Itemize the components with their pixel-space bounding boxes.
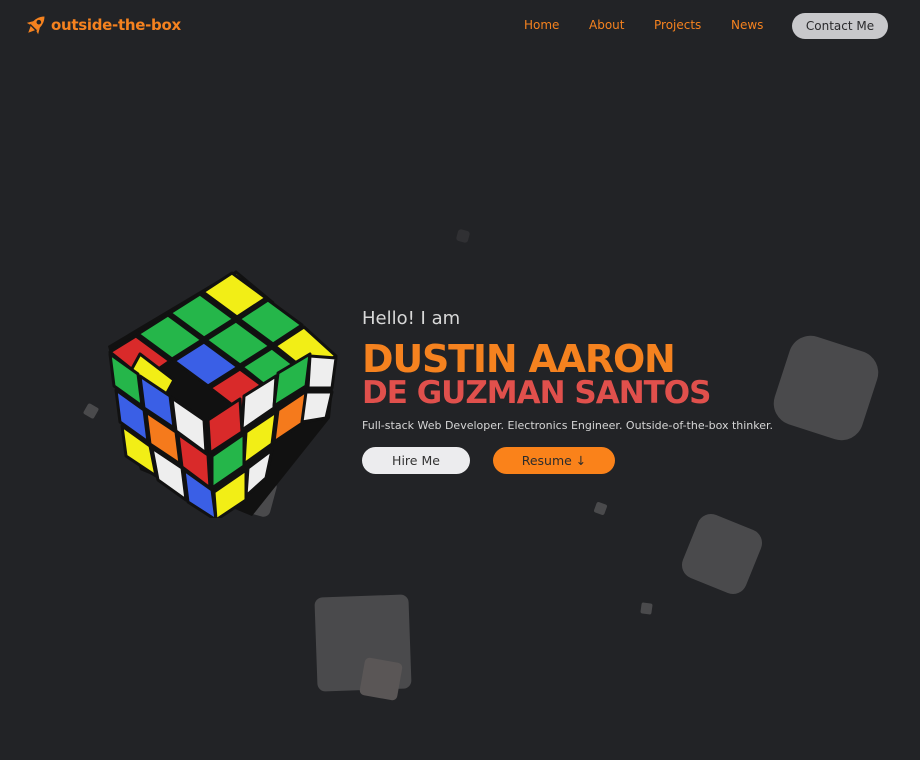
hire-me-button[interactable]: Hire Me (362, 447, 470, 474)
decor-square (640, 602, 653, 615)
decor-square (593, 501, 608, 516)
hero-greeting: Hello! I am (362, 308, 461, 329)
rubiks-cube-icon (100, 268, 345, 522)
decor-square (677, 509, 767, 599)
decor-square (455, 228, 471, 244)
nav-home[interactable]: Home (524, 18, 559, 32)
decor-square (358, 656, 404, 702)
hero-tagline: Full-stack Web Developer. Electronics En… (362, 419, 774, 432)
nav-links: Home About Projects News (0, 18, 920, 38)
contact-me-button[interactable]: Contact Me (792, 13, 888, 39)
top-navbar: outside-the-box Home About Projects News… (0, 0, 920, 52)
nav-projects[interactable]: Projects (654, 18, 701, 32)
decor-square (82, 402, 100, 420)
hero-name-line2: DE GUZMAN SANTOS (362, 375, 711, 411)
nav-about[interactable]: About (589, 18, 624, 32)
nav-news[interactable]: News (731, 18, 763, 32)
resume-button[interactable]: Resume ↓ (493, 447, 615, 474)
decor-square (768, 330, 884, 446)
